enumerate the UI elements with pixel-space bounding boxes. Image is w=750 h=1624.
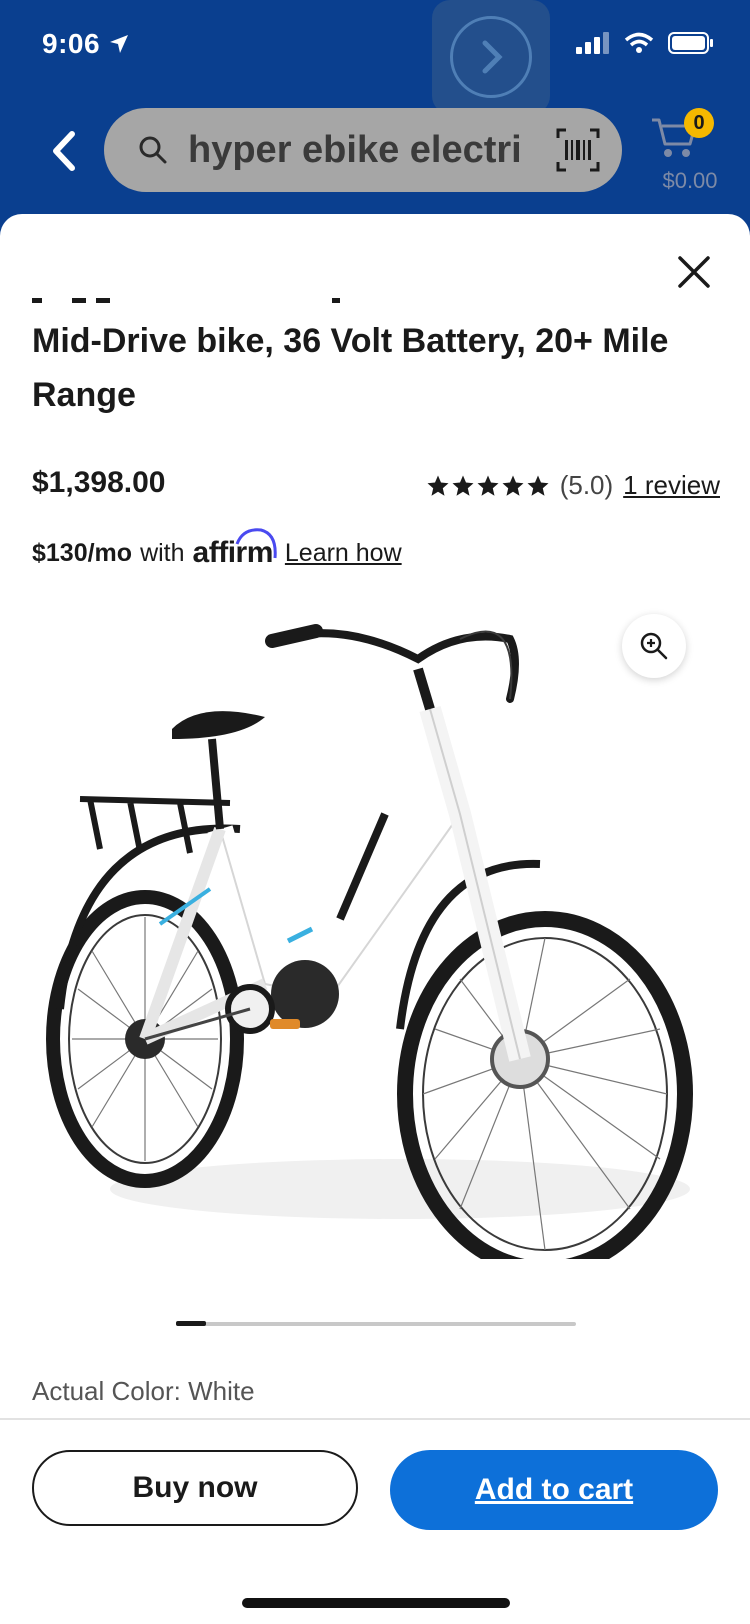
monthly-payment: $130/mo <box>32 538 133 567</box>
battery-icon <box>668 32 713 54</box>
cart-button[interactable]: 0 $0.00 <box>648 108 732 198</box>
reviews-link[interactable]: 1 review <box>623 470 720 501</box>
learn-how-link[interactable]: Learn how <box>285 539 402 568</box>
affirm-financing: $130/mo with affirm Learn how <box>32 528 402 570</box>
status-indicators <box>576 32 714 54</box>
affirm-arc-icon <box>235 528 277 559</box>
search-icon <box>139 136 167 164</box>
star-icon <box>502 475 524 496</box>
forward-icon <box>482 40 503 74</box>
add-to-cart-button[interactable]: Add to cart <box>390 1450 718 1530</box>
back-chevron-icon[interactable] <box>44 126 84 176</box>
buy-now-button[interactable]: Buy now <box>32 1450 358 1526</box>
status-time-text: 9:06 <box>42 28 101 59</box>
product-price: $1,398.00 <box>32 466 166 499</box>
signal-icon <box>576 32 609 54</box>
location-arrow-icon <box>110 35 129 53</box>
divider <box>0 1418 750 1420</box>
carousel-active-segment <box>176 1321 206 1326</box>
zoom-icon <box>640 632 668 660</box>
barcode-icon[interactable] <box>556 128 600 172</box>
search-bar[interactable]: hyper ebike electri <box>104 108 622 192</box>
rating-value: (5.0) <box>559 470 614 500</box>
clipped-title-line <box>32 298 340 303</box>
star-icon <box>427 475 449 496</box>
product-title: Mid-Drive bike, 36 Volt Battery, 20+ Mil… <box>32 322 669 414</box>
wifi-icon <box>624 32 654 53</box>
rating-row[interactable]: (5.0) 1 review <box>426 470 720 501</box>
status-time: 9:06 <box>42 28 130 60</box>
cart-total: $0.00 <box>662 168 718 193</box>
forward-button[interactable] <box>432 0 550 114</box>
star-rating <box>426 474 550 498</box>
home-indicator <box>242 1598 510 1608</box>
star-icon <box>477 475 499 496</box>
actual-color-label: Actual Color: White <box>32 1376 255 1406</box>
image-carousel-indicator <box>176 1321 576 1326</box>
affirm-with-text: with <box>140 538 185 567</box>
star-icon <box>527 475 549 496</box>
product-image[interactable] <box>40 589 720 1259</box>
zoom-button[interactable] <box>622 614 686 678</box>
search-input[interactable]: hyper ebike electri <box>188 129 538 172</box>
affirm-logo: affirm <box>193 528 277 570</box>
product-sheet: Mid-Drive bike, 36 Volt Battery, 20+ Mil… <box>0 214 750 1624</box>
top-nav-bar: 9:06 hyper ebike electri 0 $0.00 <box>0 0 750 240</box>
cart-count-badge: 0 <box>684 108 714 138</box>
star-icon <box>452 475 474 496</box>
close-icon[interactable] <box>672 250 716 294</box>
